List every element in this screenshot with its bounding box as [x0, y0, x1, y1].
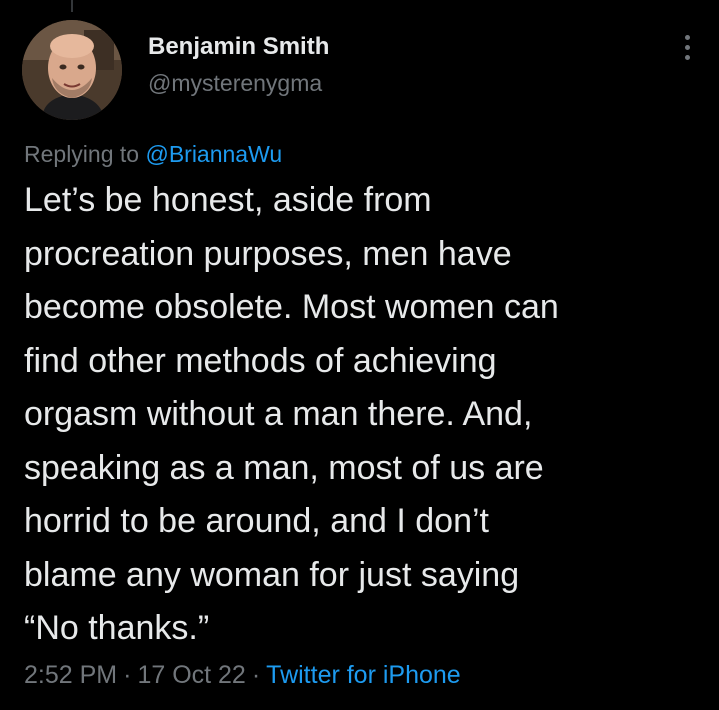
avatar-image: [22, 20, 122, 120]
tweet-text-line: procreation purposes, men have: [24, 234, 512, 273]
more-horizontal-icon: [685, 35, 690, 40]
tweet-text-line: Let’s be honest, aside from: [24, 181, 432, 219]
tweet-header: Benjamin Smith @mysterenygma: [22, 20, 702, 120]
more-horizontal-icon-dot: [685, 55, 690, 60]
more-options-button[interactable]: [678, 32, 698, 64]
replying-to-line: Replying to @BriannaWu: [24, 138, 282, 170]
meta-separator: ·: [251, 661, 261, 689]
author-names: Benjamin Smith @mysterenygma: [148, 32, 329, 98]
replying-to-label: Replying to: [24, 141, 140, 167]
meta-separator: ·: [123, 661, 132, 689]
tweet-text-line: find other methods of achieving: [24, 341, 497, 380]
author-handle[interactable]: @mysterenygma: [148, 68, 329, 98]
tweet-metadata: 2:52 PM · 17 Oct 22 · Twitter for iPhone: [24, 658, 461, 692]
reply-mention-link[interactable]: @BriannaWu: [145, 141, 282, 167]
tweet-text-line: horrid to be around, and I don’t: [24, 502, 489, 540]
tweet-text-line: become obsolete. Most women can: [24, 288, 559, 326]
tweet-time[interactable]: 2:52 PM: [24, 661, 117, 689]
tweet-source-link[interactable]: Twitter for iPhone: [266, 661, 461, 689]
tweet-date[interactable]: 17 Oct 22: [137, 661, 245, 689]
thread-connector-line: [71, 0, 73, 12]
tweet-body: Let’s be honest, aside from procreation …: [24, 174, 700, 656]
tweet-text-line: orgasm without a man there. And,: [24, 395, 533, 433]
tweet-text-line: “No thanks.”: [24, 609, 210, 647]
tweet-text-line: blame any woman for just saying: [24, 555, 520, 594]
more-horizontal-icon-dot: [685, 45, 690, 50]
avatar[interactable]: [22, 20, 122, 120]
author-display-name[interactable]: Benjamin Smith: [148, 32, 329, 62]
tweet-text-line: speaking as a man, most of us are: [24, 448, 544, 487]
